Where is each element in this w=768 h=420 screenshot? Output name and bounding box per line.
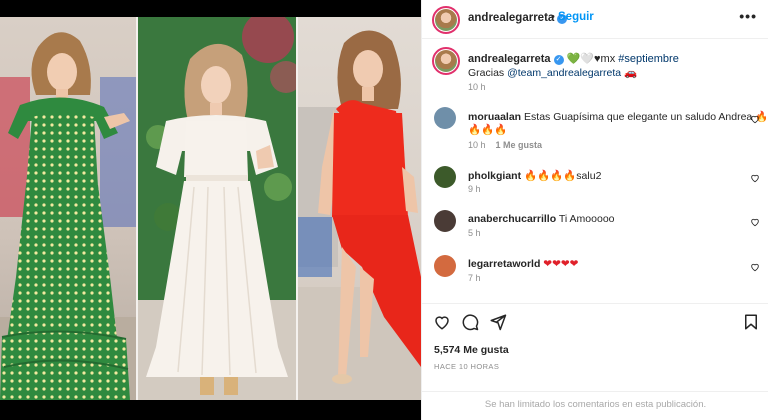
caption-author-avatar[interactable] xyxy=(432,47,460,75)
comment-likes[interactable]: 1 Me gusta xyxy=(496,140,543,150)
comment-time: 10 h xyxy=(468,140,486,150)
caption-hashtag[interactable]: #septiembre xyxy=(618,53,679,65)
comment-body: Ti Amooooo xyxy=(558,213,615,225)
car-emoji: 🚗 xyxy=(624,67,638,79)
heart-icon[interactable] xyxy=(750,262,760,272)
comment-text: pholkgiant 🔥🔥🔥🔥salu2 xyxy=(468,169,601,182)
comment-item: anaberchucarrillo Ti Amooooo 5 h xyxy=(422,210,768,250)
heart-icon[interactable] xyxy=(433,313,451,331)
comment-item: pholkgiant 🔥🔥🔥🔥salu2 9 h xyxy=(422,166,768,206)
author-avatar[interactable] xyxy=(432,6,460,34)
comments-limited-notice: Se han limitado los comentarios en esta … xyxy=(422,391,768,420)
verified-badge-icon: ✓ xyxy=(553,55,564,65)
commenter-username[interactable]: anaberchucarrillo xyxy=(468,213,556,225)
post-header: andrealegarreta ✓ • Seguir ••• xyxy=(422,0,768,39)
caption-thanks: Gracias xyxy=(468,67,508,79)
comment-time: 9 h xyxy=(468,184,481,194)
caption-emojis: 💚🤍♥ xyxy=(566,53,601,65)
red-asymmetric-dress-photo xyxy=(298,17,421,400)
more-options-icon[interactable]: ••• xyxy=(739,8,757,24)
likes-count[interactable]: 5,574 Me gusta xyxy=(434,344,509,356)
media-bottom-bar xyxy=(0,400,421,420)
post-actions: 5,574 Me gusta HACE 10 HORAS xyxy=(422,303,768,401)
comment-item: legarretaworld ❤❤❤❤ 7 h xyxy=(422,255,768,295)
commenter-avatar[interactable] xyxy=(434,107,456,129)
comment-text: legarretaworld ❤❤❤❤ xyxy=(468,258,578,270)
commenter-avatar[interactable] xyxy=(434,210,456,232)
comment-body: Estas Guapísima que elegante un saludo A… xyxy=(524,111,768,123)
commenter-avatar[interactable] xyxy=(434,166,456,188)
comment-text: anaberchucarrillo Ti Amooooo xyxy=(468,213,615,225)
header-separator: • xyxy=(551,11,555,23)
commenter-username[interactable]: legarretaworld xyxy=(468,258,540,270)
share-icon[interactable] xyxy=(489,313,507,331)
post-side-panel: andrealegarreta ✓ • Seguir ••• andrealega… xyxy=(421,0,768,420)
follow-button[interactable]: Seguir xyxy=(558,11,594,23)
caption-thanks-line: Gracias @team_andrealegarreta 🚗 xyxy=(468,66,637,79)
comment-time: 7 h xyxy=(468,273,481,283)
caption-text-mid: mx xyxy=(600,53,619,65)
media-top-bar xyxy=(0,0,421,17)
heart-icon[interactable] xyxy=(750,217,760,227)
comment-body: 🔥🔥🔥🔥salu2 xyxy=(524,170,602,182)
photo-collage xyxy=(0,17,421,400)
comment-time: 5 h xyxy=(468,228,481,238)
white-dress-photo xyxy=(138,17,296,400)
commenter-username[interactable]: moruaalan xyxy=(468,111,521,123)
caption-timestamp: 10 h xyxy=(468,82,486,92)
comments-limited-text: Se han limitado los comentarios en esta … xyxy=(484,399,707,410)
green-polka-dot-dress-photo xyxy=(0,17,136,400)
caption-text: andrealegarreta ✓ 💚🤍♥mx #septiembre xyxy=(468,52,679,65)
heart-icon[interactable] xyxy=(750,173,760,183)
caption-username[interactable]: andrealegarreta xyxy=(468,53,551,65)
comment-text: moruaalan Estas Guapísima que elegante u… xyxy=(468,110,768,123)
heart-icon[interactable] xyxy=(750,114,760,124)
post-age: HACE 10 HORAS xyxy=(434,362,500,371)
comment-item: moruaalan Estas Guapísima que elegante u… xyxy=(422,107,768,150)
comment-meta: 10 h 1 Me gusta xyxy=(468,140,542,150)
commenter-avatar[interactable] xyxy=(434,255,456,277)
post-media[interactable] xyxy=(0,0,421,420)
commenter-username[interactable]: pholkgiant xyxy=(468,170,521,182)
comment-text-cont: 🔥🔥🔥 xyxy=(468,124,508,136)
bookmark-icon[interactable] xyxy=(742,313,760,331)
comment-icon[interactable] xyxy=(461,313,479,331)
caption-mention[interactable]: @team_andrealegarreta xyxy=(507,67,621,79)
comment-body: ❤❤❤❤ xyxy=(543,258,579,270)
